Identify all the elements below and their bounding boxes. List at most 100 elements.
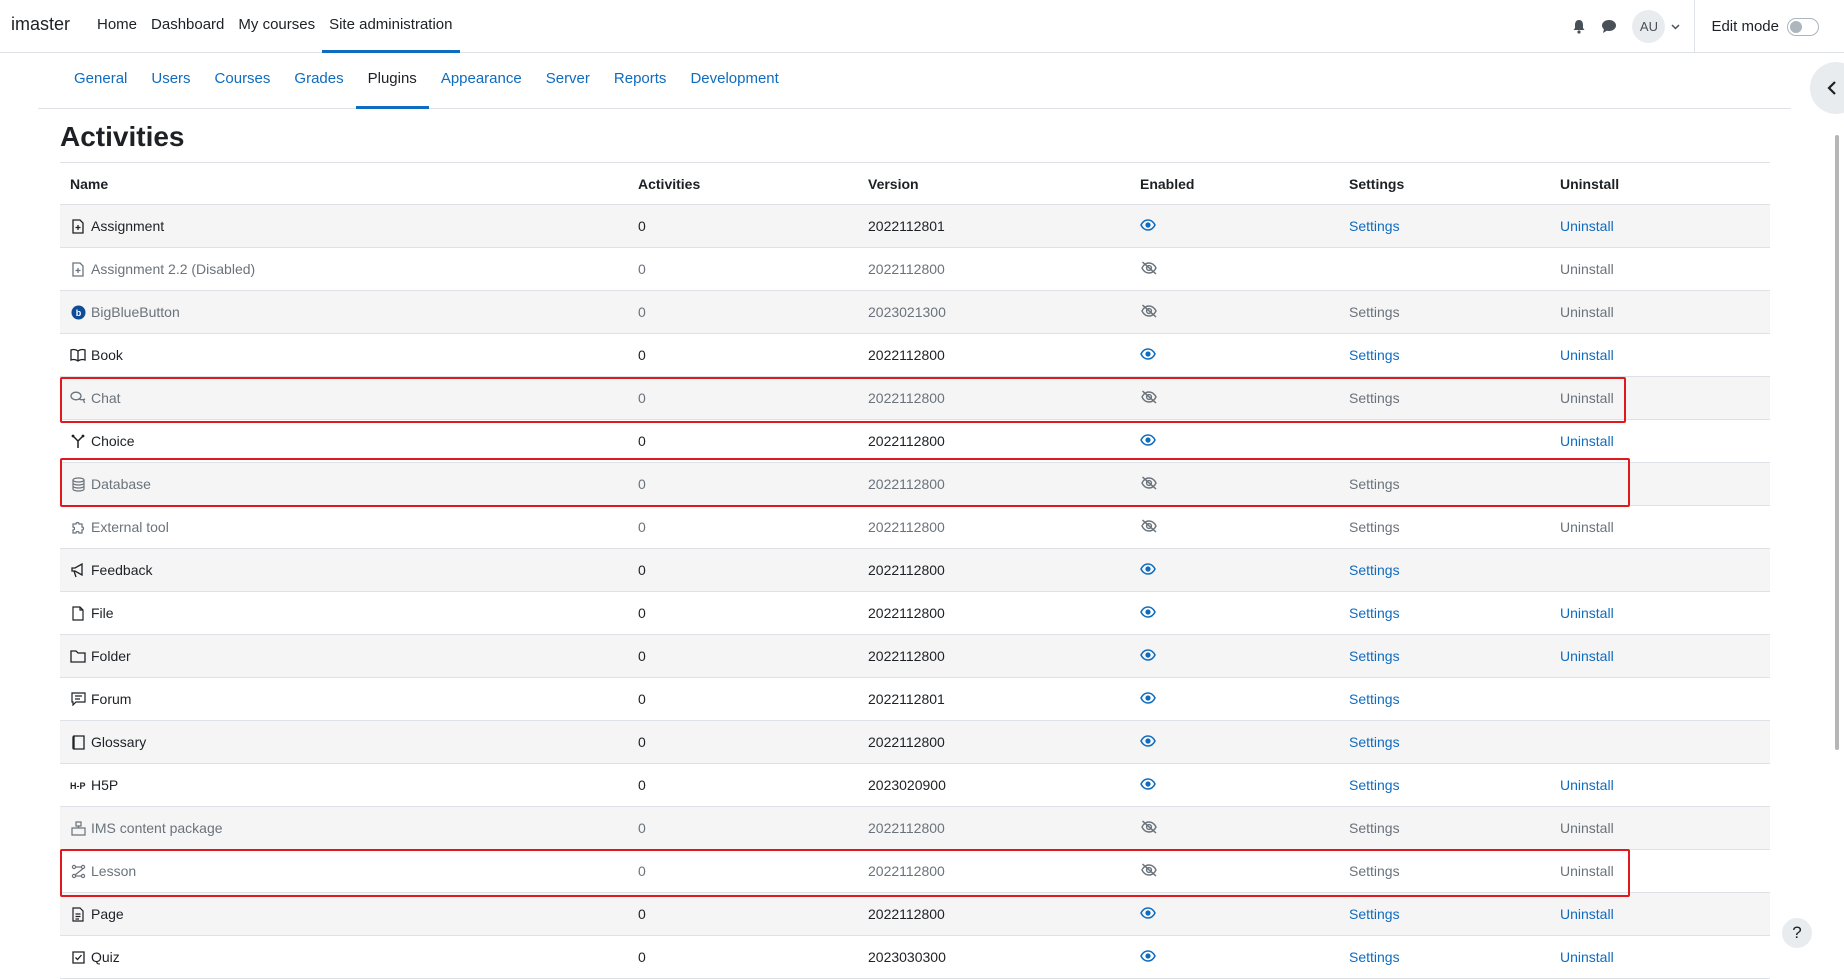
activities-count: 0 bbox=[638, 476, 646, 492]
version-value: 2022112801 bbox=[868, 218, 945, 234]
book-icon bbox=[70, 347, 86, 363]
puzzle-icon bbox=[70, 519, 86, 535]
settings-link-external-tool[interactable]: Settings bbox=[1349, 506, 1400, 548]
help-button[interactable]: ? bbox=[1782, 918, 1812, 948]
eye-icon[interactable] bbox=[1140, 777, 1156, 793]
user-menu[interactable]: AU bbox=[1632, 10, 1680, 43]
col-enabled-header: Enabled bbox=[1140, 176, 1195, 192]
site-brand[interactable]: imaster bbox=[11, 14, 70, 35]
tab-general[interactable]: General bbox=[62, 53, 139, 109]
page-scrollbar[interactable] bbox=[1835, 135, 1839, 750]
eye-slash-icon[interactable] bbox=[1140, 476, 1158, 493]
settings-link-chat[interactable]: Settings bbox=[1349, 377, 1400, 419]
open-drawer-button[interactable] bbox=[1810, 62, 1844, 114]
uninstall-link-choice[interactable]: Uninstall bbox=[1560, 420, 1614, 462]
notifications-bell-icon[interactable] bbox=[1564, 12, 1594, 42]
settings-link-quiz[interactable]: Settings bbox=[1349, 936, 1400, 978]
eye-slash-icon[interactable] bbox=[1140, 261, 1158, 278]
nav-home[interactable]: Home bbox=[90, 0, 144, 53]
page-icon bbox=[70, 906, 86, 922]
forum-icon bbox=[70, 691, 86, 707]
tab-appearance[interactable]: Appearance bbox=[429, 53, 534, 109]
uninstall-link-lesson[interactable]: Uninstall bbox=[1560, 850, 1614, 892]
table-row: External tool 0 2022112800 Settings Uninstal… bbox=[60, 506, 1770, 549]
eye-slash-icon[interactable] bbox=[1140, 820, 1158, 837]
settings-link-glossary[interactable]: Settings bbox=[1349, 721, 1400, 763]
settings-link-folder[interactable]: Settings bbox=[1349, 635, 1400, 677]
settings-link-h5p[interactable]: Settings bbox=[1349, 764, 1400, 806]
nav-site-administration[interactable]: Site administration bbox=[322, 0, 460, 53]
tab-server[interactable]: Server bbox=[534, 53, 602, 109]
plugin-name: H5P bbox=[91, 777, 119, 793]
top-navbar: imaster Home Dashboard My courses Site a… bbox=[0, 0, 1844, 53]
settings-link-file[interactable]: Settings bbox=[1349, 592, 1400, 634]
settings-link-book[interactable]: Settings bbox=[1349, 334, 1400, 376]
settings-link-page[interactable]: Settings bbox=[1349, 893, 1400, 935]
uninstall-link-external-tool[interactable]: Uninstall bbox=[1560, 506, 1614, 548]
eye-icon[interactable] bbox=[1140, 433, 1156, 449]
uninstall-link-book[interactable]: Uninstall bbox=[1560, 334, 1614, 376]
edit-mode-toggle[interactable] bbox=[1787, 17, 1819, 36]
activities-count: 0 bbox=[638, 648, 646, 664]
eye-icon[interactable] bbox=[1140, 734, 1156, 750]
tab-plugins[interactable]: Plugins bbox=[355, 53, 429, 109]
plugin-name-cell: Assignment 2.2 (Disabled) bbox=[70, 248, 255, 290]
settings-link-feedback[interactable]: Settings bbox=[1349, 549, 1400, 591]
settings-link-forum[interactable]: Settings bbox=[1349, 678, 1400, 720]
package-icon bbox=[70, 820, 86, 836]
eye-icon[interactable] bbox=[1140, 691, 1156, 707]
plugin-name-cell: b BigBlueButton bbox=[70, 291, 180, 333]
uninstall-link-page[interactable]: Uninstall bbox=[1560, 893, 1614, 935]
messages-chat-icon[interactable] bbox=[1594, 12, 1624, 42]
uninstall-link-assignment[interactable]: Uninstall bbox=[1560, 205, 1614, 247]
uninstall-link-assignment-2-2-disabled[interactable]: Uninstall bbox=[1560, 248, 1614, 290]
activities-count: 0 bbox=[638, 433, 646, 449]
nav-dashboard[interactable]: Dashboard bbox=[144, 0, 231, 53]
settings-link-ims-content-package[interactable]: Settings bbox=[1349, 807, 1400, 849]
eye-slash-icon[interactable] bbox=[1140, 863, 1158, 880]
eye-slash-icon[interactable] bbox=[1140, 519, 1158, 536]
settings-link-assignment[interactable]: Settings bbox=[1349, 205, 1400, 247]
plugin-name-cell: Choice bbox=[70, 420, 135, 462]
eye-icon[interactable] bbox=[1140, 906, 1156, 922]
nav-my-courses[interactable]: My courses bbox=[231, 0, 322, 53]
version-value: 2022112800 bbox=[868, 261, 945, 277]
activities-count: 0 bbox=[638, 304, 646, 320]
uninstall-link-ims-content-package[interactable]: Uninstall bbox=[1560, 807, 1614, 849]
eye-icon[interactable] bbox=[1140, 218, 1156, 234]
eye-icon[interactable] bbox=[1140, 605, 1156, 621]
plugin-name: Page bbox=[91, 906, 124, 922]
tab-grades[interactable]: Grades bbox=[282, 53, 355, 109]
version-value: 2022112800 bbox=[868, 433, 945, 449]
settings-link-bigbluebutton[interactable]: Settings bbox=[1349, 291, 1400, 333]
plugin-name-cell: Feedback bbox=[70, 549, 152, 591]
settings-link-database[interactable]: Settings bbox=[1349, 463, 1400, 505]
uninstall-link-chat[interactable]: Uninstall bbox=[1560, 377, 1614, 419]
uninstall-link-quiz[interactable]: Uninstall bbox=[1560, 936, 1614, 978]
lesson-icon bbox=[70, 863, 86, 879]
uninstall-link-bigbluebutton[interactable]: Uninstall bbox=[1560, 291, 1614, 333]
edit-mode-control: Edit mode bbox=[1695, 17, 1844, 36]
uninstall-link-folder[interactable]: Uninstall bbox=[1560, 635, 1614, 677]
eye-slash-icon[interactable] bbox=[1140, 390, 1158, 407]
tab-courses[interactable]: Courses bbox=[203, 53, 283, 109]
uninstall-link-file[interactable]: Uninstall bbox=[1560, 592, 1614, 634]
plugin-name-cell: H-P H5P bbox=[70, 764, 118, 806]
version-value: 2022112800 bbox=[868, 347, 945, 363]
table-row: Choice 0 2022112800 Uninstall bbox=[60, 420, 1770, 463]
tab-reports[interactable]: Reports bbox=[602, 53, 679, 109]
table-header: Name Activities Version Enabled Settings… bbox=[60, 162, 1770, 205]
eye-icon[interactable] bbox=[1140, 648, 1156, 664]
eye-icon[interactable] bbox=[1140, 347, 1156, 363]
tab-users[interactable]: Users bbox=[139, 53, 202, 109]
eye-icon[interactable] bbox=[1140, 949, 1156, 965]
uninstall-link-h5p[interactable]: Uninstall bbox=[1560, 764, 1614, 806]
table-row: Assignment 0 2022112801 Settings Uninstall bbox=[60, 205, 1770, 248]
activities-count: 0 bbox=[638, 820, 646, 836]
settings-link-lesson[interactable]: Settings bbox=[1349, 850, 1400, 892]
eye-icon[interactable] bbox=[1140, 562, 1156, 578]
plugin-name: Assignment bbox=[91, 218, 165, 234]
eye-slash-icon[interactable] bbox=[1140, 304, 1158, 321]
plugin-name: IMS content package bbox=[91, 820, 223, 836]
tab-development[interactable]: Development bbox=[678, 53, 790, 109]
